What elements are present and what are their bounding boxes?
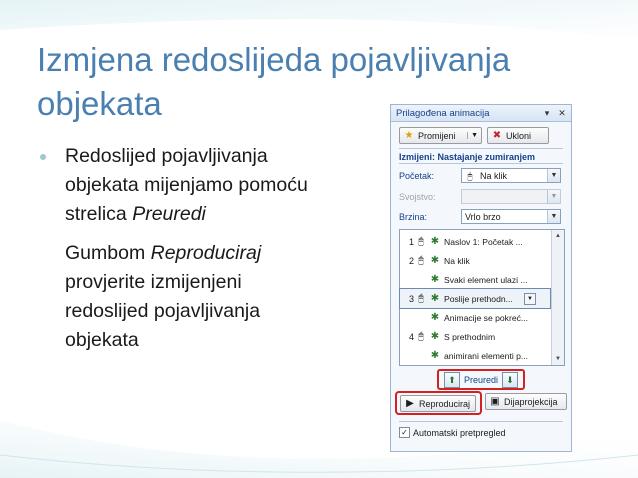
autopreview-checkbox[interactable]: ✓	[399, 427, 410, 438]
mouse-icon: 🖰	[418, 293, 424, 304]
custom-animation-pane: Prilagođena animacija ▾ ✕ ★ Promijeni ▼ …	[390, 104, 572, 452]
item-number: 2	[408, 255, 414, 266]
animation-list[interactable]: 1 🖰 ✱ Naslov 1: Početak ... 2 🖰 ✱ Na kli…	[399, 229, 565, 366]
effect-star-icon: ✱	[430, 274, 440, 285]
bullet-reorder: Redoslijed pojavljivanja objekata mijenj…	[38, 142, 368, 229]
bullet-play: Gumbom Reproduciraj provjerite izmijenje…	[38, 239, 368, 355]
autopreview-row[interactable]: ✓ Automatski pretpregled	[399, 427, 506, 438]
item-label: Svaki element ulazi ...	[444, 274, 528, 285]
remove-icon: ✖	[492, 130, 502, 141]
item-number: 4	[408, 331, 414, 342]
bullet-line: strelica Preuredi	[65, 200, 368, 229]
list-item[interactable]: 1 🖰 ✱ Naslov 1: Početak ...	[400, 232, 550, 251]
item-label: Poslije prethodn...	[444, 293, 513, 304]
close-icon[interactable]: ✕	[556, 107, 568, 119]
effect-star-icon: ✱	[430, 350, 440, 361]
chevron-down-icon: ▼	[467, 132, 478, 139]
list-item[interactable]: ✱ Animacije se pokreć...	[400, 308, 550, 327]
item-label: Na klik	[444, 255, 470, 266]
mouse-icon: 🖰	[418, 236, 424, 247]
remove-button[interactable]: ✖ Ukloni	[487, 127, 549, 144]
mouse-icon: 🖰	[418, 255, 424, 266]
list-item[interactable]: ✱ animirani elementi p...	[400, 346, 550, 365]
list-item[interactable]: 2 🖰 ✱ Na klik	[400, 251, 550, 270]
item-label: Naslov 1: Početak ...	[444, 236, 523, 247]
mouse-icon: 🖰	[418, 331, 424, 342]
slide-body: Redoslijed pojavljivanja objekata mijenj…	[38, 142, 368, 355]
chevron-down-icon: ▼	[547, 169, 560, 182]
change-button-label: Promijeni	[418, 130, 456, 141]
play-button[interactable]: ▶ Reproduciraj	[400, 395, 476, 412]
item-label: Animacije se pokreć...	[444, 312, 529, 323]
play-highlight: ▶ Reproduciraj	[395, 391, 482, 415]
property-select: ▼	[461, 189, 561, 204]
star-icon: ★	[404, 130, 414, 141]
property-row: Svojstvo: ▼	[399, 189, 561, 204]
chevron-down-icon[interactable]: ▼	[524, 292, 536, 305]
chevron-down-icon: ▼	[547, 190, 560, 203]
remove-button-label: Ukloni	[506, 130, 532, 141]
slideshow-button-label: Dijaprojekcija	[504, 396, 558, 407]
bullet-line: provjerite izmijenjeni	[65, 271, 242, 293]
list-item-selected[interactable]: 3 🖰 ✱ Poslije prethodn... ▼	[399, 288, 551, 309]
effect-star-icon: ✱	[430, 293, 440, 304]
slideshow-button[interactable]: ▣ Dijaprojekcija	[485, 393, 567, 410]
autopreview-label: Automatski pretpregled	[413, 427, 506, 438]
bullet-line: Gumbom Reproduciraj	[65, 239, 368, 268]
reorder-controls: ⬆ Preuredi ⬇	[437, 369, 525, 390]
list-item[interactable]: 4 🖰 ✱ S prethodnim	[400, 327, 550, 346]
bullet-line: Redoslijed pojavljivanja	[65, 145, 268, 167]
item-number: 1	[408, 236, 414, 247]
change-button[interactable]: ★ Promijeni ▼	[399, 127, 482, 144]
bullet-text: strelica	[65, 203, 133, 225]
speed-value: Vrlo brzo	[465, 211, 501, 222]
modify-label: Izmijeni: Nastajanje zumiranjem	[399, 152, 536, 162]
bullet-line: objekata mijenjamo pomoću	[65, 174, 308, 196]
play-icon: ▶	[406, 398, 414, 409]
reorder-label: Preuredi	[463, 374, 499, 385]
effect-star-icon: ✱	[430, 331, 440, 342]
scroll-down-icon[interactable]: ▼	[552, 353, 564, 365]
list-scrollbar[interactable]: ▲ ▼	[551, 230, 564, 365]
effect-star-icon: ✱	[430, 236, 440, 247]
item-label: animirani elementi p...	[444, 350, 529, 361]
effect-star-icon: ✱	[430, 312, 440, 323]
item-number: 3	[408, 293, 414, 304]
property-label: Svojstvo:	[399, 191, 436, 202]
move-down-button[interactable]: ⬇	[502, 371, 519, 388]
start-row: Početak: 🖰 Na klik ▼	[399, 168, 561, 183]
bullet-line: objekata	[65, 329, 139, 351]
move-up-button[interactable]: ⬆	[443, 371, 460, 388]
scroll-up-icon[interactable]: ▲	[552, 230, 564, 242]
bullet-text: Gumbom	[65, 242, 151, 264]
effect-star-icon: ✱	[430, 255, 440, 266]
slideshow-icon: ▣	[490, 396, 500, 407]
item-label: S prethodnim	[444, 331, 496, 342]
divider	[399, 163, 563, 164]
bullet-dot	[40, 154, 46, 160]
speed-label: Brzina:	[399, 211, 428, 222]
start-select[interactable]: 🖰 Na klik ▼	[461, 168, 561, 183]
speed-row: Brzina: Vrlo brzo ▼	[399, 209, 561, 224]
dropdown-icon[interactable]: ▾	[541, 107, 553, 119]
chevron-down-icon: ▼	[547, 210, 560, 223]
pane-title: Prilagođena animacija	[396, 107, 490, 119]
mouse-icon: 🖰	[467, 170, 473, 181]
speed-select[interactable]: Vrlo brzo ▼	[461, 209, 561, 224]
bullet-italic-text: Reproduciraj	[150, 242, 262, 264]
effect-buttons: ★ Promijeni ▼ ✖ Ukloni	[399, 127, 549, 144]
divider	[399, 148, 563, 149]
play-button-label: Reproduciraj	[419, 398, 471, 409]
pane-header: Prilagođena animacija ▾ ✕	[391, 105, 571, 122]
start-value: Na klik	[480, 170, 508, 181]
divider	[399, 421, 563, 422]
bullet-line: redoslijed pojavljivanja	[65, 300, 261, 322]
bullet-italic-text: Preuredi	[132, 203, 206, 225]
start-label: Početak:	[399, 170, 435, 181]
list-item[interactable]: ✱ Svaki element ulazi ...	[400, 270, 550, 289]
